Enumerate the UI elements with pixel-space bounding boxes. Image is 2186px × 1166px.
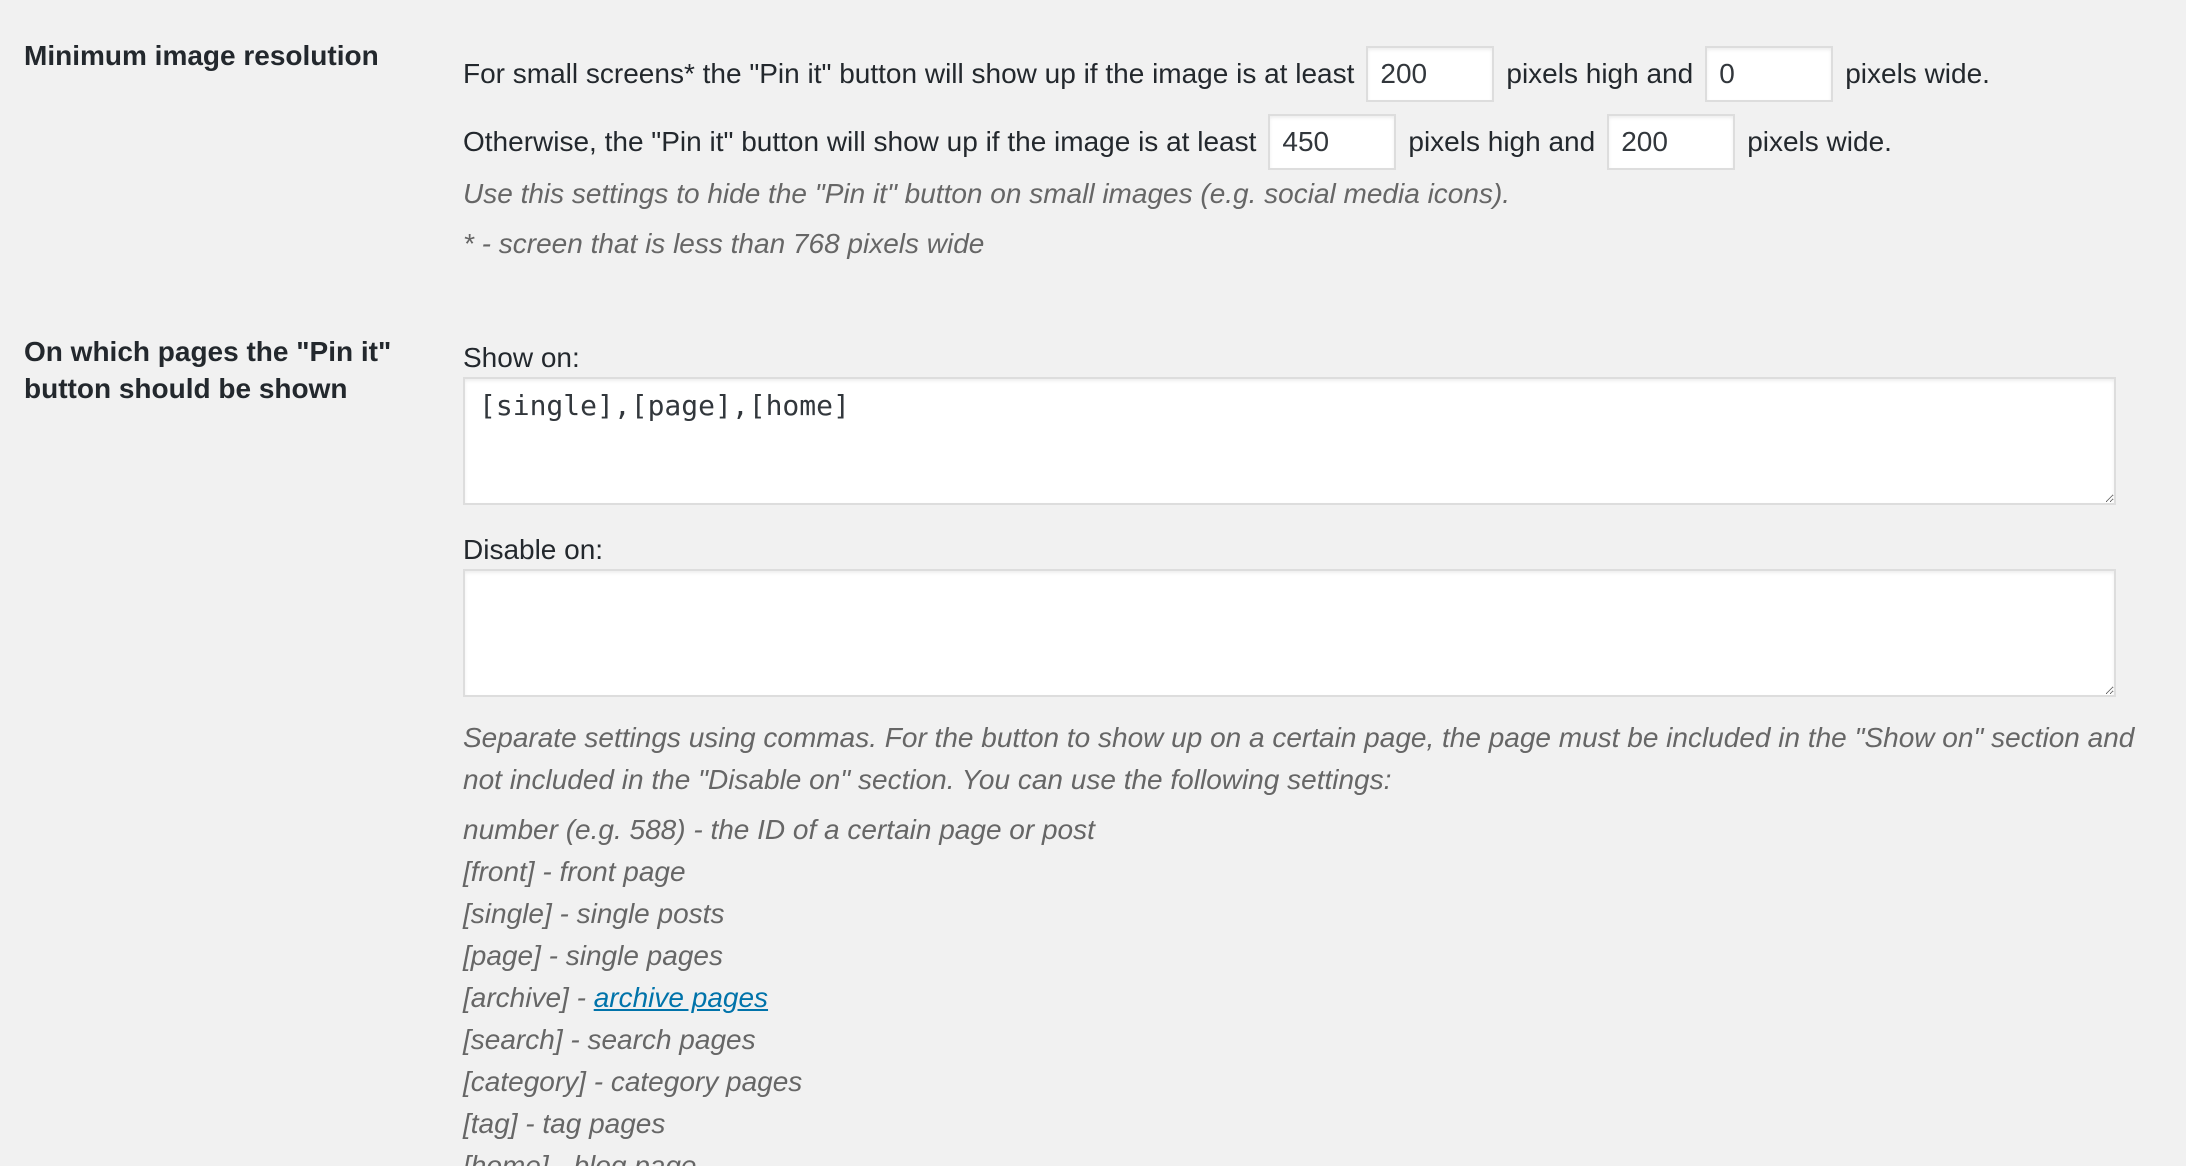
option-search: [search] - search pages (463, 1024, 756, 1055)
pages-label: On which pages the "Pin it" button shoul… (24, 333, 391, 407)
small-screens-line: For small screens* the "Pin it" button w… (463, 46, 2002, 102)
otherwise-middle: pixels high and (1408, 126, 1596, 157)
option-page: [page] - single pages (463, 940, 723, 971)
archive-pages-link[interactable]: archive pages (594, 982, 768, 1013)
small-screens-middle: pixels high and (1506, 58, 1694, 89)
otherwise-prefix: Otherwise, the "Pin it" button will show… (463, 126, 1257, 157)
option-category: [category] - category pages (463, 1066, 803, 1097)
option-archive: [archive] - archive pages (463, 977, 1095, 1019)
option-front: [front] - front page (463, 856, 686, 887)
small-screens-height-input[interactable] (1366, 46, 1495, 102)
option-home: [home] - blog page (463, 1150, 697, 1166)
otherwise-line: Otherwise, the "Pin it" button will show… (463, 114, 1904, 170)
show-on-label: Show on: (463, 342, 580, 373)
min-resolution-description: Use this settings to hide the "Pin it" b… (463, 178, 1511, 209)
otherwise-height-input[interactable] (1268, 114, 1397, 170)
settings-options-list: number (e.g. 588) - the ID of a certain … (463, 809, 1095, 1166)
min-resolution-footnote: * - screen that is less than 768 pixels … (463, 228, 985, 259)
otherwise-width-input[interactable] (1607, 114, 1736, 170)
option-single: [single] - single posts (463, 898, 725, 929)
disable-on-label: Disable on: (463, 534, 604, 565)
show-on-textarea[interactable]: [single],[page],[home] (463, 377, 2116, 505)
small-screens-width-input[interactable] (1705, 46, 1834, 102)
option-number: number (e.g. 588) - the ID of a certain … (463, 814, 1095, 845)
small-screens-prefix: For small screens* the "Pin it" button w… (463, 58, 1355, 89)
small-screens-suffix: pixels wide. (1845, 58, 1990, 89)
min-resolution-label: Minimum image resolution (24, 40, 379, 71)
disable-on-textarea[interactable] (463, 569, 2116, 697)
option-archive-prefix: [archive] - (463, 982, 594, 1013)
pages-label-line2: button should be shown (24, 373, 348, 404)
pages-label-line1: On which pages the "Pin it" (24, 336, 392, 367)
pages-help-text: Separate settings using commas. For the … (463, 722, 2135, 795)
option-tag: [tag] - tag pages (463, 1108, 666, 1139)
otherwise-suffix: pixels wide. (1747, 126, 1892, 157)
